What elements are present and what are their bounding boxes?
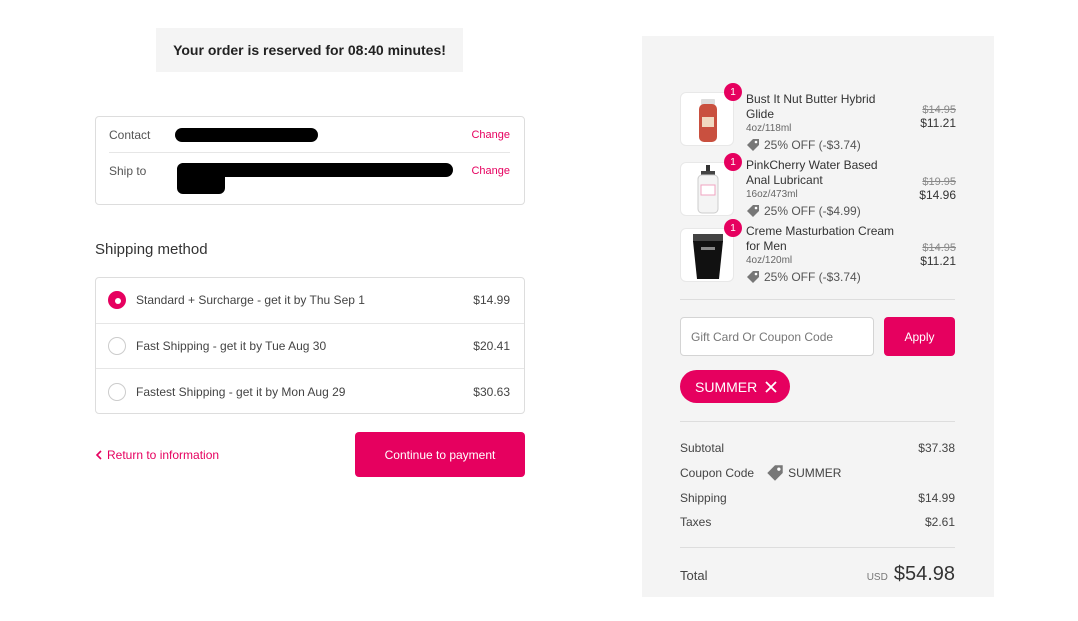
shipping-label: Shipping	[680, 491, 727, 505]
contact-label: Contact	[109, 127, 151, 142]
discount-text: 25% OFF (-$4.99)	[764, 204, 861, 218]
divider	[680, 547, 955, 548]
sale-price: $11.21	[920, 254, 956, 268]
order-summary-panel: 1 Bust It Nut Butter Hybrid Glide 4oz/11…	[642, 36, 994, 597]
ship-to-label: Ship to	[109, 164, 147, 178]
quantity-badge: 1	[724, 153, 742, 171]
timer-text: Your order is reserved for 08:40 minutes…	[173, 42, 446, 58]
ship-to-row: Ship to Change	[109, 153, 510, 194]
divider	[680, 299, 955, 300]
remove-coupon-icon[interactable]	[765, 380, 777, 393]
product-image	[680, 162, 734, 216]
original-price: $14.95	[922, 242, 956, 254]
item-size: 4oz/120ml	[746, 255, 793, 266]
radio-unselected[interactable]	[108, 336, 126, 355]
divider	[680, 421, 955, 422]
taxes-row: Taxes $2.61	[680, 515, 955, 529]
return-to-information-link[interactable]: Return to information	[95, 448, 219, 462]
shipping-option-standard[interactable]: Standard + Surcharge - get it by Thu Sep…	[96, 278, 524, 324]
discount-text: 25% OFF (-$3.74)	[764, 270, 861, 284]
original-price: $14.95	[922, 104, 956, 116]
discount-tag-icon	[747, 139, 759, 151]
item-size: 16oz/473ml	[746, 189, 798, 200]
contact-redacted	[175, 127, 318, 142]
subtotal-value: $37.38	[918, 441, 955, 455]
continue-to-payment-button[interactable]: Continue to payment	[355, 432, 525, 477]
item-name: PinkCherry Water Based Anal Lubricant	[746, 158, 878, 187]
applied-coupon-chip: SUMMER	[680, 370, 790, 403]
shipping-row: Shipping $14.99	[680, 491, 955, 505]
product-image	[680, 228, 734, 282]
item-discount: 25% OFF (-$3.74)	[746, 268, 896, 286]
apply-coupon-button[interactable]: Apply	[884, 317, 955, 356]
shipping-value: $14.99	[918, 491, 955, 505]
total-label: Total	[680, 568, 708, 583]
coupon-value: SUMMER	[788, 466, 842, 480]
change-ship-to-link[interactable]: Change	[471, 165, 510, 177]
total-row: Total USD $54.98	[680, 563, 955, 586]
discount-tag-icon	[767, 465, 783, 481]
shipping-option-label: Standard + Surcharge - get it by Thu Sep…	[136, 293, 365, 308]
shipping-option-price: $14.99	[473, 293, 510, 308]
currency-code: USD	[866, 572, 888, 583]
shipping-option-label: Fastest Shipping - get it by Mon Aug 29	[136, 384, 346, 399]
discount-tag-icon	[747, 205, 759, 217]
item-size: 4oz/118ml	[746, 123, 792, 134]
chevron-left-icon	[95, 450, 102, 460]
shipping-option-price: $20.41	[473, 338, 510, 353]
subtotal-row: Subtotal $37.38	[680, 441, 955, 455]
sale-price: $14.96	[919, 188, 956, 202]
item-name: Creme Masturbation Cream for Men	[746, 224, 895, 253]
taxes-label: Taxes	[680, 515, 712, 529]
discount-text: 25% OFF (-$3.74)	[764, 138, 861, 152]
ship-to-redacted	[175, 153, 455, 194]
coupon-label: Coupon Code	[680, 466, 755, 480]
reservation-timer-banner: Your order is reserved for 08:40 minutes…	[156, 28, 463, 72]
total-value: $54.98	[893, 563, 955, 585]
change-contact-link[interactable]: Change	[471, 129, 510, 141]
radio-unselected[interactable]	[108, 382, 126, 401]
coupon-row: Coupon Code SUMMER	[680, 464, 955, 482]
item-name: Bust It Nut Butter Hybrid Glide	[746, 92, 876, 121]
subtotal-label: Subtotal	[680, 441, 725, 455]
item-prices: $19.95 $14.96	[919, 176, 956, 202]
quantity-badge: 1	[724, 219, 742, 237]
item-discount: 25% OFF (-$3.74)	[746, 136, 896, 154]
shipping-option-label: Fast Shipping - get it by Tue Aug 30	[136, 338, 327, 353]
item-details: Bust It Nut Butter Hybrid Glide 4oz/118m…	[746, 92, 896, 154]
item-prices: $14.95 $11.21	[920, 242, 956, 268]
coupon-code-input[interactable]	[680, 317, 874, 356]
shipping-options: Standard + Surcharge - get it by Thu Sep…	[95, 277, 525, 414]
item-details: Creme Masturbation Cream for Men 4oz/120…	[746, 224, 896, 286]
sale-price: $11.21	[920, 116, 956, 130]
applied-coupon-code: SUMMER	[695, 378, 758, 395]
shipping-option-fast[interactable]: Fast Shipping - get it by Tue Aug 30 $20…	[96, 324, 524, 370]
cart-item: 1 Bust It Nut Butter Hybrid Glide 4oz/11…	[680, 83, 956, 152]
contact-shipping-review: Contact Change Ship to Change	[95, 116, 525, 205]
radio-selected[interactable]	[108, 291, 126, 310]
taxes-value: $2.61	[924, 515, 955, 529]
shipping-option-fastest[interactable]: Fastest Shipping - get it by Mon Aug 29 …	[96, 369, 524, 413]
item-prices: $14.95 $11.21	[920, 104, 956, 130]
product-image	[680, 92, 734, 146]
quantity-badge: 1	[724, 83, 742, 101]
cart-item: 1 Creme Masturbation Cream for Men 4oz/1…	[680, 219, 956, 284]
item-discount: 25% OFF (-$4.99)	[746, 202, 896, 220]
contact-row: Contact Change	[109, 117, 510, 153]
item-details: PinkCherry Water Based Anal Lubricant 16…	[746, 158, 896, 220]
original-price: $19.95	[922, 176, 956, 188]
discount-tag-icon	[747, 271, 759, 283]
return-label: Return to information	[107, 448, 220, 462]
shipping-option-price: $30.63	[473, 384, 510, 399]
shipping-method-title: Shipping method	[95, 241, 208, 258]
cart-item: 1 PinkCherry Water Based Anal Lubricant …	[680, 153, 956, 218]
